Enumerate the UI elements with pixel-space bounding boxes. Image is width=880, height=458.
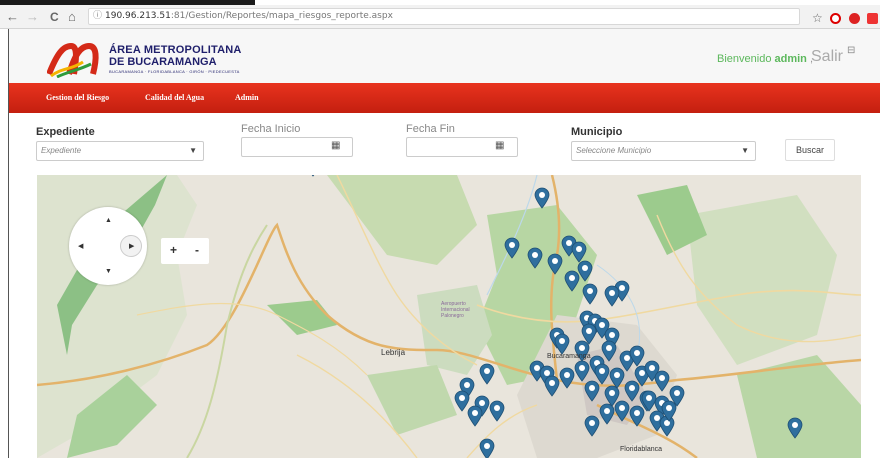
logout-link[interactable]: Salir	[811, 48, 843, 66]
nav-gestion-riesgo[interactable]: Gestion del Riesgo	[46, 93, 109, 102]
chevron-down-icon: ▼	[189, 146, 197, 155]
pan-up-icon[interactable]: ▲	[105, 217, 112, 224]
reload-icon[interactable]: C	[50, 9, 59, 25]
url-host: 190.96.213.51	[105, 11, 171, 21]
bookmark-star-icon[interactable]: ☆	[812, 12, 823, 24]
welcome-prefix: Bienvenido	[717, 53, 772, 65]
map-marker-icon[interactable]	[305, 175, 321, 177]
map-marker-icon[interactable]	[467, 405, 483, 427]
pan-center-button[interactable]: ▶	[120, 235, 142, 257]
brand-tagline: BUCARAMANGA · FLORIDABLANCA · GIRÓN · PI…	[109, 69, 240, 74]
site-info-icon[interactable]: ⓘ	[93, 9, 102, 24]
expediente-label: Expediente	[36, 126, 95, 138]
map-marker-icon[interactable]	[614, 400, 630, 422]
map-marker-icon[interactable]	[787, 417, 803, 439]
site-header: ÁREA METROPOLITANA DE BUCARAMANGA BUCARA…	[9, 29, 880, 83]
brand-title-line2: DE BUCARAMANGA	[109, 56, 217, 68]
brand-title-line1: ÁREA METROPOLITANA	[109, 44, 242, 56]
pan-right-icon[interactable]: ▶	[129, 242, 134, 250]
home-icon[interactable]: ⌂	[68, 9, 76, 25]
map-marker-icon[interactable]	[629, 345, 645, 367]
map-label-bucaramanga: Bucaramanga	[547, 353, 591, 360]
expediente-select[interactable]: Expediente ▼	[36, 141, 204, 161]
welcome-message: Bienvenido admin ,	[717, 53, 813, 65]
map-marker-icon[interactable]	[654, 370, 670, 392]
amb-logo-icon	[47, 42, 99, 78]
zoom-out-button[interactable]: -	[195, 243, 199, 257]
adblock-extension-icon[interactable]	[849, 13, 860, 24]
risk-map[interactable]: Lebrija Aeropuerto Internacional Paloneg…	[37, 175, 861, 458]
browser-toolbar: ← → C ⌂ ⓘ 190.96.213.51:81/Gestion/Repor…	[0, 5, 880, 29]
buscar-button[interactable]: Buscar	[785, 139, 835, 161]
pan-left-icon[interactable]: ◀	[78, 242, 83, 250]
extension-icon[interactable]	[867, 13, 878, 24]
nav-admin[interactable]: Admin	[235, 93, 259, 102]
chevron-down-icon: ▼	[741, 146, 749, 155]
forward-icon[interactable]: →	[26, 9, 39, 25]
zoom-in-button[interactable]: +	[170, 243, 177, 257]
municipio-select[interactable]: Seleccione Municipio ▼	[571, 141, 756, 161]
map-marker-icon[interactable]	[504, 237, 520, 259]
map-marker-icon[interactable]	[574, 360, 590, 382]
zoom-control: + -	[161, 238, 209, 264]
web-page: ÁREA METROPOLITANA DE BUCARAMANGA BUCARA…	[8, 29, 880, 458]
map-label-airport: Aeropuerto Internacional Palonegro	[441, 301, 470, 319]
welcome-username: admin	[774, 53, 807, 65]
fecha-fin-label: Fecha Fin	[406, 123, 455, 135]
map-marker-icon[interactable]	[534, 187, 550, 209]
map-marker-icon[interactable]	[661, 400, 677, 422]
calendar-icon[interactable]: ▦	[331, 140, 340, 151]
map-marker-icon[interactable]	[489, 400, 505, 422]
map-marker-icon[interactable]	[604, 285, 620, 307]
opera-extension-icon[interactable]	[830, 13, 841, 24]
map-marker-icon[interactable]	[582, 283, 598, 305]
map-marker-icon[interactable]	[564, 270, 580, 292]
expediente-placeholder: Expediente	[41, 146, 82, 155]
main-navbar: Gestion del Riesgo Calidad del Agua Admi…	[9, 83, 880, 113]
pan-down-icon[interactable]: ▼	[105, 268, 112, 275]
map-marker-icon[interactable]	[584, 380, 600, 402]
map-marker-icon[interactable]	[559, 367, 575, 389]
municipio-label: Municipio	[571, 126, 623, 138]
map-label-lebrija: Lebrija	[381, 348, 406, 357]
map-label-floridablanca: Floridablanca	[620, 446, 663, 453]
map-marker-icon[interactable]	[479, 363, 495, 385]
url-path: :81/Gestion/Reportes/mapa_riesgos_report…	[170, 11, 393, 21]
fecha-inicio-label: Fecha Inicio	[241, 123, 301, 135]
map-marker-icon[interactable]	[544, 375, 560, 397]
map-marker-icon[interactable]	[599, 403, 615, 425]
pan-control[interactable]: ▲ ▼ ◀ ▶	[69, 207, 147, 285]
back-icon[interactable]: ←	[6, 9, 19, 25]
calendar-icon[interactable]: ▦	[495, 140, 504, 151]
municipio-placeholder: Seleccione Municipio	[576, 146, 652, 155]
map-marker-icon[interactable]	[547, 253, 563, 275]
menu-toggle-icon[interactable]: ⊟	[847, 45, 855, 56]
address-bar[interactable]: ⓘ 190.96.213.51:81/Gestion/Reportes/mapa…	[88, 8, 800, 25]
map-marker-icon[interactable]	[527, 247, 543, 269]
map-marker-icon[interactable]	[554, 333, 570, 355]
map-marker-icon[interactable]	[584, 415, 600, 437]
map-marker-icon[interactable]	[479, 438, 495, 458]
map-marker-icon[interactable]	[641, 390, 657, 412]
nav-calidad-agua[interactable]: Calidad del Agua	[145, 93, 204, 102]
